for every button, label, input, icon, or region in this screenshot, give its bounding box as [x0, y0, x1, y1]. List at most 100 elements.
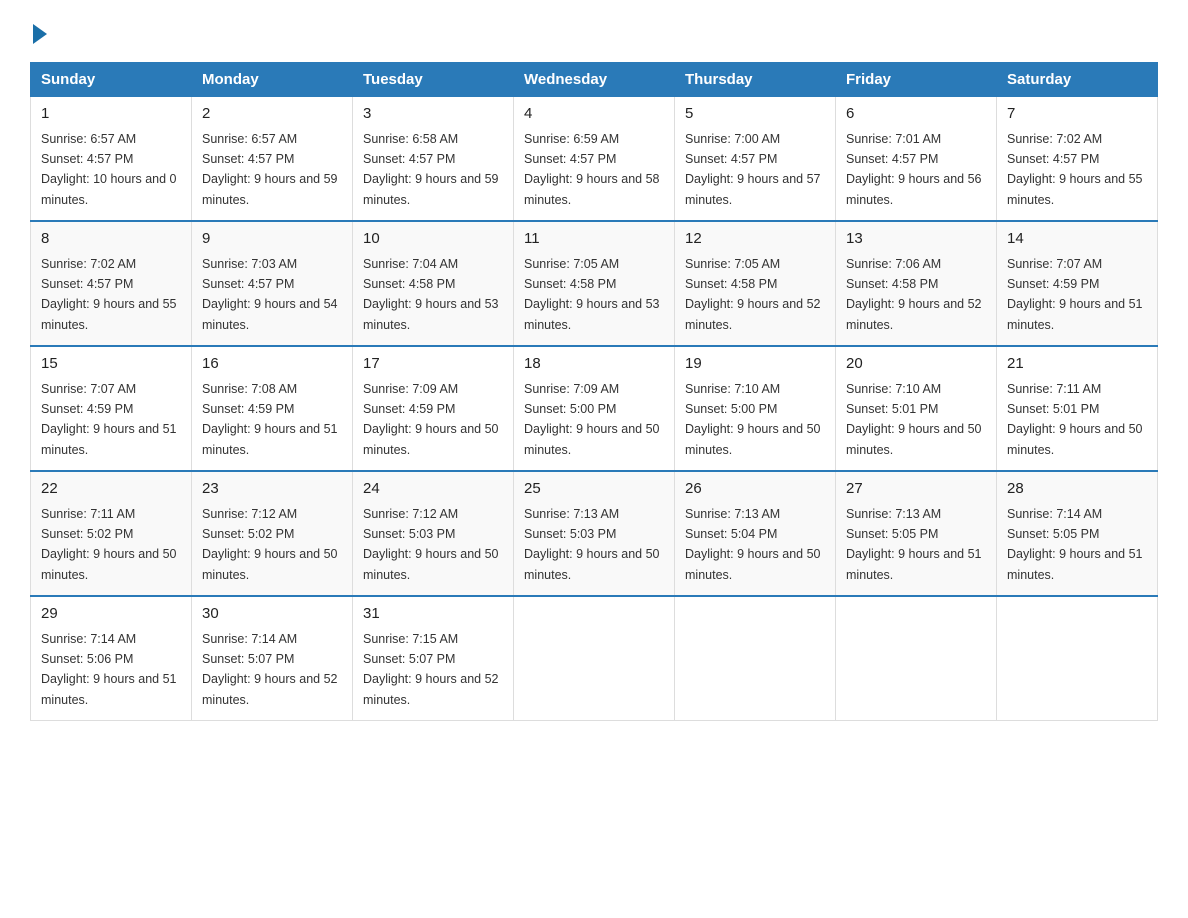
week-row-4: 22 Sunrise: 7:11 AMSunset: 5:02 PMDaylig…: [31, 471, 1158, 596]
calendar-header-row: SundayMondayTuesdayWednesdayThursdayFrid…: [31, 63, 1158, 97]
day-number: 10: [363, 228, 503, 251]
calendar-cell: 17 Sunrise: 7:09 AMSunset: 4:59 PMDaylig…: [353, 346, 514, 471]
day-number: 3: [363, 103, 503, 126]
day-number: 1: [41, 103, 181, 126]
calendar-cell: [836, 596, 997, 721]
day-number: 17: [363, 353, 503, 376]
calendar-cell: 11 Sunrise: 7:05 AMSunset: 4:58 PMDaylig…: [514, 221, 675, 346]
day-number: 23: [202, 478, 342, 501]
day-number: 27: [846, 478, 986, 501]
day-info: Sunrise: 7:11 AMSunset: 5:02 PMDaylight:…: [41, 507, 177, 582]
day-info: Sunrise: 7:12 AMSunset: 5:03 PMDaylight:…: [363, 507, 499, 582]
day-number: 6: [846, 103, 986, 126]
day-number: 31: [363, 603, 503, 626]
day-info: Sunrise: 7:09 AMSunset: 4:59 PMDaylight:…: [363, 382, 499, 457]
calendar-cell: 13 Sunrise: 7:06 AMSunset: 4:58 PMDaylig…: [836, 221, 997, 346]
day-number: 19: [685, 353, 825, 376]
day-info: Sunrise: 7:13 AMSunset: 5:03 PMDaylight:…: [524, 507, 660, 582]
calendar-cell: 1 Sunrise: 6:57 AMSunset: 4:57 PMDayligh…: [31, 97, 192, 222]
calendar-cell: 29 Sunrise: 7:14 AMSunset: 5:06 PMDaylig…: [31, 596, 192, 721]
calendar-cell: 6 Sunrise: 7:01 AMSunset: 4:57 PMDayligh…: [836, 97, 997, 222]
day-info: Sunrise: 7:08 AMSunset: 4:59 PMDaylight:…: [202, 382, 338, 457]
calendar-cell: 5 Sunrise: 7:00 AMSunset: 4:57 PMDayligh…: [675, 97, 836, 222]
calendar-cell: 18 Sunrise: 7:09 AMSunset: 5:00 PMDaylig…: [514, 346, 675, 471]
day-info: Sunrise: 7:15 AMSunset: 5:07 PMDaylight:…: [363, 632, 499, 707]
day-info: Sunrise: 7:07 AMSunset: 4:59 PMDaylight:…: [1007, 257, 1143, 332]
day-number: 5: [685, 103, 825, 126]
day-number: 24: [363, 478, 503, 501]
calendar-cell: 2 Sunrise: 6:57 AMSunset: 4:57 PMDayligh…: [192, 97, 353, 222]
header-saturday: Saturday: [997, 63, 1158, 97]
calendar-cell: 10 Sunrise: 7:04 AMSunset: 4:58 PMDaylig…: [353, 221, 514, 346]
header-thursday: Thursday: [675, 63, 836, 97]
day-number: 9: [202, 228, 342, 251]
day-info: Sunrise: 7:10 AMSunset: 5:00 PMDaylight:…: [685, 382, 821, 457]
calendar-cell: 12 Sunrise: 7:05 AMSunset: 4:58 PMDaylig…: [675, 221, 836, 346]
day-number: 11: [524, 228, 664, 251]
calendar-cell: 31 Sunrise: 7:15 AMSunset: 5:07 PMDaylig…: [353, 596, 514, 721]
day-info: Sunrise: 7:04 AMSunset: 4:58 PMDaylight:…: [363, 257, 499, 332]
calendar-cell: 21 Sunrise: 7:11 AMSunset: 5:01 PMDaylig…: [997, 346, 1158, 471]
page-header: [30, 20, 1158, 44]
day-info: Sunrise: 7:01 AMSunset: 4:57 PMDaylight:…: [846, 132, 982, 207]
day-info: Sunrise: 7:07 AMSunset: 4:59 PMDaylight:…: [41, 382, 177, 457]
calendar-cell: 23 Sunrise: 7:12 AMSunset: 5:02 PMDaylig…: [192, 471, 353, 596]
calendar-cell: [675, 596, 836, 721]
day-info: Sunrise: 7:12 AMSunset: 5:02 PMDaylight:…: [202, 507, 338, 582]
day-number: 14: [1007, 228, 1147, 251]
day-number: 29: [41, 603, 181, 626]
calendar-cell: 9 Sunrise: 7:03 AMSunset: 4:57 PMDayligh…: [192, 221, 353, 346]
day-info: Sunrise: 7:05 AMSunset: 4:58 PMDaylight:…: [524, 257, 660, 332]
calendar-cell: 30 Sunrise: 7:14 AMSunset: 5:07 PMDaylig…: [192, 596, 353, 721]
calendar-cell: 22 Sunrise: 7:11 AMSunset: 5:02 PMDaylig…: [31, 471, 192, 596]
day-info: Sunrise: 7:13 AMSunset: 5:04 PMDaylight:…: [685, 507, 821, 582]
week-row-5: 29 Sunrise: 7:14 AMSunset: 5:06 PMDaylig…: [31, 596, 1158, 721]
day-number: 25: [524, 478, 664, 501]
day-info: Sunrise: 7:14 AMSunset: 5:06 PMDaylight:…: [41, 632, 177, 707]
day-number: 15: [41, 353, 181, 376]
logo: [30, 20, 47, 44]
calendar-cell: 14 Sunrise: 7:07 AMSunset: 4:59 PMDaylig…: [997, 221, 1158, 346]
week-row-3: 15 Sunrise: 7:07 AMSunset: 4:59 PMDaylig…: [31, 346, 1158, 471]
calendar-cell: 26 Sunrise: 7:13 AMSunset: 5:04 PMDaylig…: [675, 471, 836, 596]
day-number: 13: [846, 228, 986, 251]
calendar-cell: 3 Sunrise: 6:58 AMSunset: 4:57 PMDayligh…: [353, 97, 514, 222]
header-sunday: Sunday: [31, 63, 192, 97]
day-info: Sunrise: 6:57 AMSunset: 4:57 PMDaylight:…: [41, 132, 177, 207]
calendar-cell: 19 Sunrise: 7:10 AMSunset: 5:00 PMDaylig…: [675, 346, 836, 471]
day-number: 30: [202, 603, 342, 626]
day-info: Sunrise: 6:57 AMSunset: 4:57 PMDaylight:…: [202, 132, 338, 207]
day-info: Sunrise: 7:02 AMSunset: 4:57 PMDaylight:…: [1007, 132, 1143, 207]
logo-arrow-icon: [33, 24, 47, 44]
day-info: Sunrise: 6:59 AMSunset: 4:57 PMDaylight:…: [524, 132, 660, 207]
day-number: 16: [202, 353, 342, 376]
calendar-cell: 24 Sunrise: 7:12 AMSunset: 5:03 PMDaylig…: [353, 471, 514, 596]
calendar-cell: [514, 596, 675, 721]
header-tuesday: Tuesday: [353, 63, 514, 97]
day-number: 12: [685, 228, 825, 251]
header-wednesday: Wednesday: [514, 63, 675, 97]
calendar-cell: 27 Sunrise: 7:13 AMSunset: 5:05 PMDaylig…: [836, 471, 997, 596]
calendar-cell: 7 Sunrise: 7:02 AMSunset: 4:57 PMDayligh…: [997, 97, 1158, 222]
header-friday: Friday: [836, 63, 997, 97]
day-info: Sunrise: 7:09 AMSunset: 5:00 PMDaylight:…: [524, 382, 660, 457]
day-info: Sunrise: 7:05 AMSunset: 4:58 PMDaylight:…: [685, 257, 821, 332]
day-info: Sunrise: 7:13 AMSunset: 5:05 PMDaylight:…: [846, 507, 982, 582]
day-number: 8: [41, 228, 181, 251]
day-info: Sunrise: 7:14 AMSunset: 5:05 PMDaylight:…: [1007, 507, 1143, 582]
day-number: 20: [846, 353, 986, 376]
day-number: 2: [202, 103, 342, 126]
day-info: Sunrise: 7:00 AMSunset: 4:57 PMDaylight:…: [685, 132, 821, 207]
day-info: Sunrise: 7:11 AMSunset: 5:01 PMDaylight:…: [1007, 382, 1143, 457]
calendar-cell: 25 Sunrise: 7:13 AMSunset: 5:03 PMDaylig…: [514, 471, 675, 596]
calendar-cell: 28 Sunrise: 7:14 AMSunset: 5:05 PMDaylig…: [997, 471, 1158, 596]
day-number: 18: [524, 353, 664, 376]
day-number: 4: [524, 103, 664, 126]
day-number: 26: [685, 478, 825, 501]
calendar-cell: 16 Sunrise: 7:08 AMSunset: 4:59 PMDaylig…: [192, 346, 353, 471]
calendar-cell: [997, 596, 1158, 721]
day-info: Sunrise: 7:03 AMSunset: 4:57 PMDaylight:…: [202, 257, 338, 332]
day-number: 28: [1007, 478, 1147, 501]
day-info: Sunrise: 7:06 AMSunset: 4:58 PMDaylight:…: [846, 257, 982, 332]
week-row-1: 1 Sunrise: 6:57 AMSunset: 4:57 PMDayligh…: [31, 97, 1158, 222]
